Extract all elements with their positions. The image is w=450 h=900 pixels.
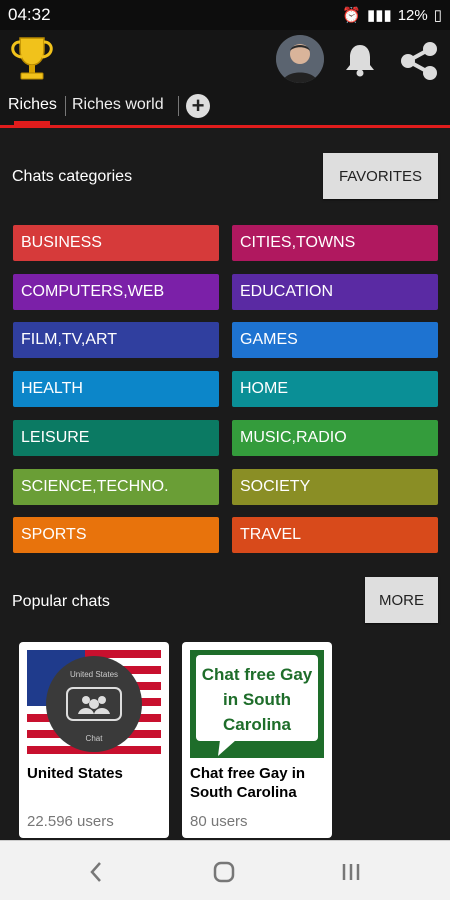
chat-image-speech-bubble: Chat free Gay in South Carolina — [190, 650, 324, 758]
back-icon[interactable] — [88, 861, 104, 883]
category-button-film-tv-art[interactable]: FILM,TV,ART — [13, 322, 219, 358]
avatar[interactable] — [276, 35, 324, 83]
recent-apps-icon[interactable] — [340, 861, 362, 883]
popular-chats-title: Popular chats — [12, 593, 110, 610]
app-bar — [0, 30, 450, 88]
category-button-business[interactable]: BUSINESS — [13, 225, 219, 261]
category-button-education[interactable]: EDUCATION — [232, 274, 438, 310]
tab-riches-world[interactable]: Riches world — [72, 96, 164, 114]
chat-name: United States — [27, 765, 123, 782]
add-tab-icon[interactable]: + — [186, 94, 210, 118]
status-bar: 04:32 ⏰ ▮▮▮ 12% ▯ — [0, 0, 450, 30]
favorites-button[interactable]: FAVORITES — [323, 153, 438, 199]
category-button-society[interactable]: SOCIETY — [232, 469, 438, 505]
chat-image-us-flag: United States Chat — [27, 650, 161, 758]
chat-user-count: 80 users — [190, 813, 248, 830]
flag-badge-top-label: United States — [69, 670, 119, 679]
signal-icon: ▮▮▮ — [366, 7, 392, 24]
category-button-travel[interactable]: TRAVEL — [232, 517, 438, 553]
category-button-sports[interactable]: SPORTS — [13, 517, 219, 553]
category-button-computers-web[interactable]: COMPUTERS,WEB — [13, 274, 219, 310]
category-button-music-radio[interactable]: MUSIC,RADIO — [232, 420, 438, 456]
bell-icon[interactable] — [342, 42, 378, 78]
active-tab-indicator — [14, 121, 50, 125]
chat-name: Chat free Gay in South Carolina — [190, 765, 306, 801]
tab-divider — [178, 96, 179, 116]
category-button-leisure[interactable]: LEISURE — [13, 420, 219, 456]
chat-image-text: Chat free Gay in South Carolina — [201, 665, 313, 734]
tab-divider — [65, 96, 66, 116]
more-button[interactable]: MORE — [365, 577, 438, 623]
chat-user-count: 22.596 users — [27, 813, 114, 830]
category-button-home[interactable]: HOME — [232, 371, 438, 407]
trophy-icon[interactable] — [6, 32, 58, 84]
category-button-cities-towns[interactable]: CITIES,TOWNS — [232, 225, 438, 261]
category-button-health[interactable]: HEALTH — [13, 371, 219, 407]
category-button-science-techno[interactable]: SCIENCE,TECHNO. — [13, 469, 219, 505]
tab-bar: Riches Riches world + — [0, 88, 450, 128]
battery-icon: ▯ — [433, 7, 442, 24]
share-icon[interactable] — [398, 40, 440, 82]
home-icon[interactable] — [212, 861, 236, 883]
category-button-games[interactable]: GAMES — [232, 322, 438, 358]
chat-card-south-carolina[interactable]: Chat free Gay in South Carolina Chat fre… — [182, 642, 332, 838]
tab-riches[interactable]: Riches — [8, 96, 57, 114]
flag-badge-bottom-label: Chat — [85, 734, 103, 743]
status-time: 04:32 — [8, 5, 51, 24]
chat-card-united-states[interactable]: United States Chat United States 22.596 … — [19, 642, 169, 838]
categories-title: Chats categories — [12, 168, 133, 185]
system-nav-bar — [0, 840, 450, 900]
battery-level: 12% — [397, 6, 428, 24]
alarm-icon: ⏰ — [342, 7, 361, 24]
